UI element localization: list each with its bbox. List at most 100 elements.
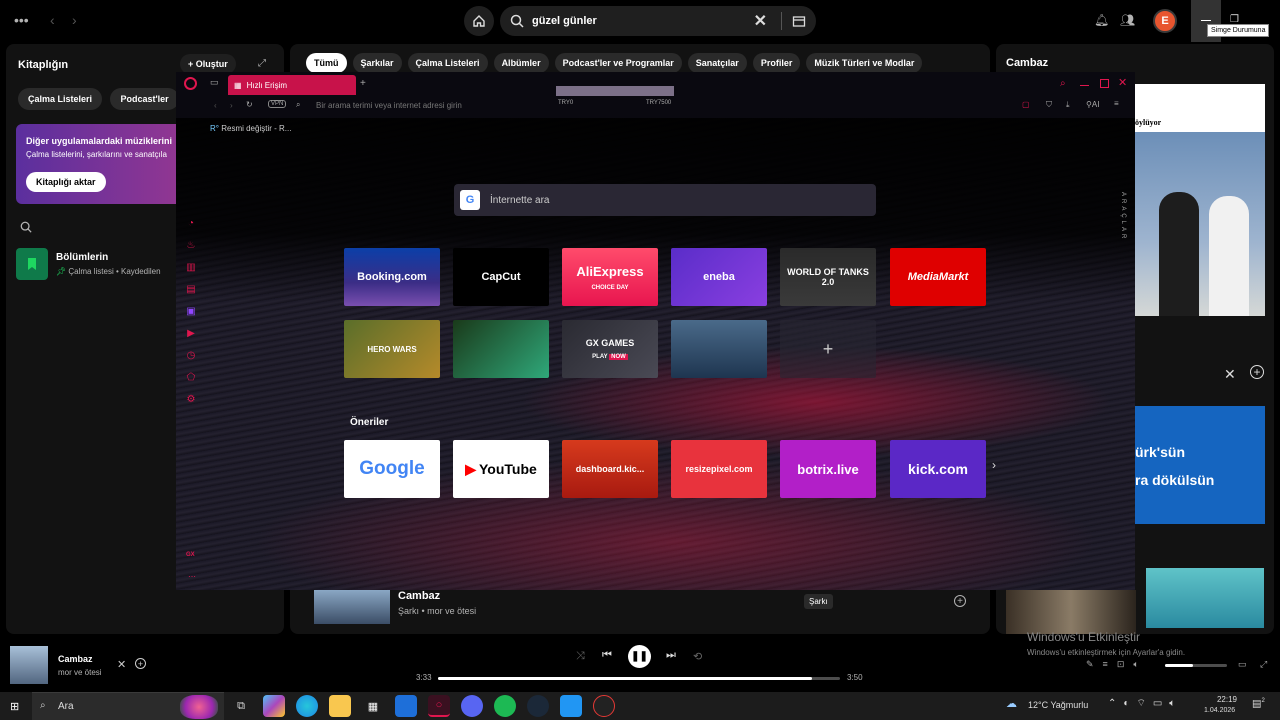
suggestion-youtube[interactable]: ▶ YouTube xyxy=(453,440,549,498)
weather-icon[interactable]: ☁ xyxy=(1006,697,1017,710)
add-icon[interactable]: + xyxy=(954,595,966,607)
shuffle-icon[interactable]: ⤨ xyxy=(576,650,585,663)
gx-control-icon[interactable]: ◔ xyxy=(176,212,206,234)
forward-icon[interactable]: › xyxy=(230,101,233,110)
tile-game[interactable] xyxy=(453,320,549,378)
pause-button[interactable]: ❚❚ xyxy=(628,645,651,668)
filter-artists[interactable]: Sanatçılar xyxy=(687,53,747,73)
gx-corner-icon[interactable]: ▥ xyxy=(176,256,206,278)
tile-gx-games[interactable]: GX GAMES PLAY NOW xyxy=(562,320,658,378)
filter-albums[interactable]: Albümler xyxy=(493,53,549,73)
tabs-icon[interactable]: ▭ xyxy=(210,77,219,88)
tile-eneba[interactable]: eneba xyxy=(671,248,767,306)
filter-all[interactable]: Tümü xyxy=(306,53,347,73)
lyrics-icon[interactable]: ✎ xyxy=(1086,659,1103,669)
import-library-button[interactable]: Kitaplığı aktar xyxy=(26,172,106,192)
player-artist[interactable]: mor ve ötesi xyxy=(58,668,102,677)
history-icon[interactable]: ◷ xyxy=(176,344,206,366)
suggestion-botrix[interactable]: botrix.live xyxy=(780,440,876,498)
reload-icon[interactable]: ↻ xyxy=(246,100,253,109)
volume-tray-icon[interactable]: 🔈︎ xyxy=(1169,698,1182,709)
chip-podcasts[interactable]: Podcast'ler xyxy=(110,88,179,110)
save-icon[interactable]: + xyxy=(135,658,146,669)
add-circle-icon[interactable]: + xyxy=(1250,365,1264,379)
new-tab-icon[interactable]: + xyxy=(360,78,366,89)
filter-podcasts[interactable]: Podcast'ler ve Programlar xyxy=(554,53,682,73)
date[interactable]: 1.04.2026 xyxy=(1204,707,1235,714)
player-cover[interactable] xyxy=(10,646,48,684)
window-minimize-icon[interactable] xyxy=(1080,85,1089,86)
suggestion-google[interactable]: Google xyxy=(344,440,440,498)
close-icon[interactable]: ✕ xyxy=(1224,366,1236,383)
window-close-icon[interactable]: ✕ xyxy=(1118,76,1127,89)
tile-world-of-tanks[interactable]: WORLD OF TANKS 2.0 xyxy=(780,248,876,306)
suggestion-kick[interactable]: kick.com xyxy=(890,440,986,498)
progress-bar[interactable] xyxy=(438,677,840,680)
steam-icon[interactable] xyxy=(527,695,549,717)
player-title[interactable]: Cambaz xyxy=(58,654,93,664)
chip-playlists[interactable]: Çalma Listeleri xyxy=(18,88,103,110)
battery-icon[interactable]: ▭ xyxy=(1153,698,1169,709)
add-tile-button[interactable]: + xyxy=(780,320,876,378)
forward-arrow-icon[interactable]: › xyxy=(72,12,77,28)
avatar[interactable]: E xyxy=(1153,9,1177,33)
opera-gx-icon[interactable]: ○ xyxy=(428,695,450,717)
tray-app-icon[interactable]: ◐ xyxy=(1123,698,1136,709)
tile-aliexpress[interactable]: AliExpress CHOICE DAY xyxy=(562,248,658,306)
suggestion-dashboard-kick[interactable]: dashboard.kic... xyxy=(562,440,658,498)
edge-icon[interactable] xyxy=(296,695,318,717)
friends-icon[interactable]: 👥︎ xyxy=(1120,13,1135,27)
filter-profiles[interactable]: Profiler xyxy=(752,53,801,73)
home-button[interactable] xyxy=(464,6,494,36)
windows-start-icon[interactable]: ⊞ xyxy=(10,700,19,713)
browse-icon[interactable] xyxy=(792,14,806,28)
news-icon[interactable]: ▤ xyxy=(176,278,206,300)
bookmark-item[interactable]: R° Resmi değiştir - R... xyxy=(210,124,291,133)
clear-search-icon[interactable]: ✕ xyxy=(754,11,767,31)
copilot-icon[interactable] xyxy=(263,695,285,717)
settings-icon[interactable]: ⚙ xyxy=(176,388,206,410)
previous-icon[interactable]: ⏮︎ xyxy=(602,649,612,662)
discord-icon[interactable] xyxy=(461,695,483,717)
more-menu-icon[interactable]: ••• xyxy=(14,12,29,28)
taskbar-search-input[interactable]: Ara xyxy=(58,701,74,712)
tile-hero-wars[interactable]: HERO WARS xyxy=(344,320,440,378)
spotify-icon[interactable] xyxy=(494,695,516,717)
search-bar[interactable]: güzel günler ✕ xyxy=(500,6,816,36)
address-input[interactable]: Bir arama terimi veya internet adresi gi… xyxy=(316,101,462,110)
search-tabs-icon[interactable]: ⌕ xyxy=(1060,78,1066,89)
filter-playlists[interactable]: Çalma Listeleri xyxy=(407,53,488,73)
ai-button[interactable]: ⚲AI xyxy=(1086,100,1099,109)
download-icon[interactable]: ⤓ xyxy=(1066,100,1070,110)
tab-speed-dial[interactable]: ▦ Hızlı Erişim xyxy=(228,75,356,95)
snapshot-icon[interactable]: ▢ xyxy=(1022,100,1030,109)
suggestion-resizepixel[interactable]: resizepixel.com xyxy=(671,440,767,498)
tile-mediamarkt[interactable]: MediaMarkt xyxy=(890,248,986,306)
store-icon[interactable]: ▦ xyxy=(362,695,384,717)
app-icon-2[interactable] xyxy=(593,695,615,717)
outlook-icon[interactable] xyxy=(395,695,417,717)
tile-capcut[interactable]: CapCut xyxy=(453,248,549,306)
song-title[interactable]: Cambaz xyxy=(398,590,440,602)
miniplayer-icon[interactable]: ▭ xyxy=(1238,659,1247,670)
remove-icon[interactable]: ✕ xyxy=(117,658,126,671)
speed-dial-search[interactable]: G İnternette ara xyxy=(454,184,876,216)
queue-icon[interactable]: ≡ xyxy=(1103,659,1117,669)
filter-songs[interactable]: Şarkılar xyxy=(352,53,402,73)
network-icon[interactable]: ⌔ xyxy=(1136,698,1152,709)
expand-icon[interactable]: ⤢ xyxy=(258,58,266,69)
volume-slider[interactable] xyxy=(1165,664,1227,667)
back-arrow-icon[interactable]: ‹ xyxy=(50,12,55,28)
twitch-icon[interactable]: ▣ xyxy=(176,300,206,322)
create-button[interactable]: + Oluştur xyxy=(180,54,236,74)
back-icon[interactable]: ‹ xyxy=(214,101,217,110)
tile-world-of-warships[interactable] xyxy=(671,320,767,378)
menu-icon[interactable]: ≡ xyxy=(1114,99,1119,108)
taskbar-search[interactable]: ⌕ Ara xyxy=(32,692,224,720)
more-icon[interactable]: ⋯ xyxy=(188,572,196,581)
player-icon[interactable]: ▶ xyxy=(176,322,206,344)
notification-icon[interactable]: ▤2 xyxy=(1252,698,1265,709)
volume-icon[interactable]: 🔈︎ xyxy=(1133,659,1147,669)
vpn-badge[interactable]: VPN xyxy=(268,100,287,108)
fullscreen-icon[interactable]: ⤢ xyxy=(1260,659,1267,670)
